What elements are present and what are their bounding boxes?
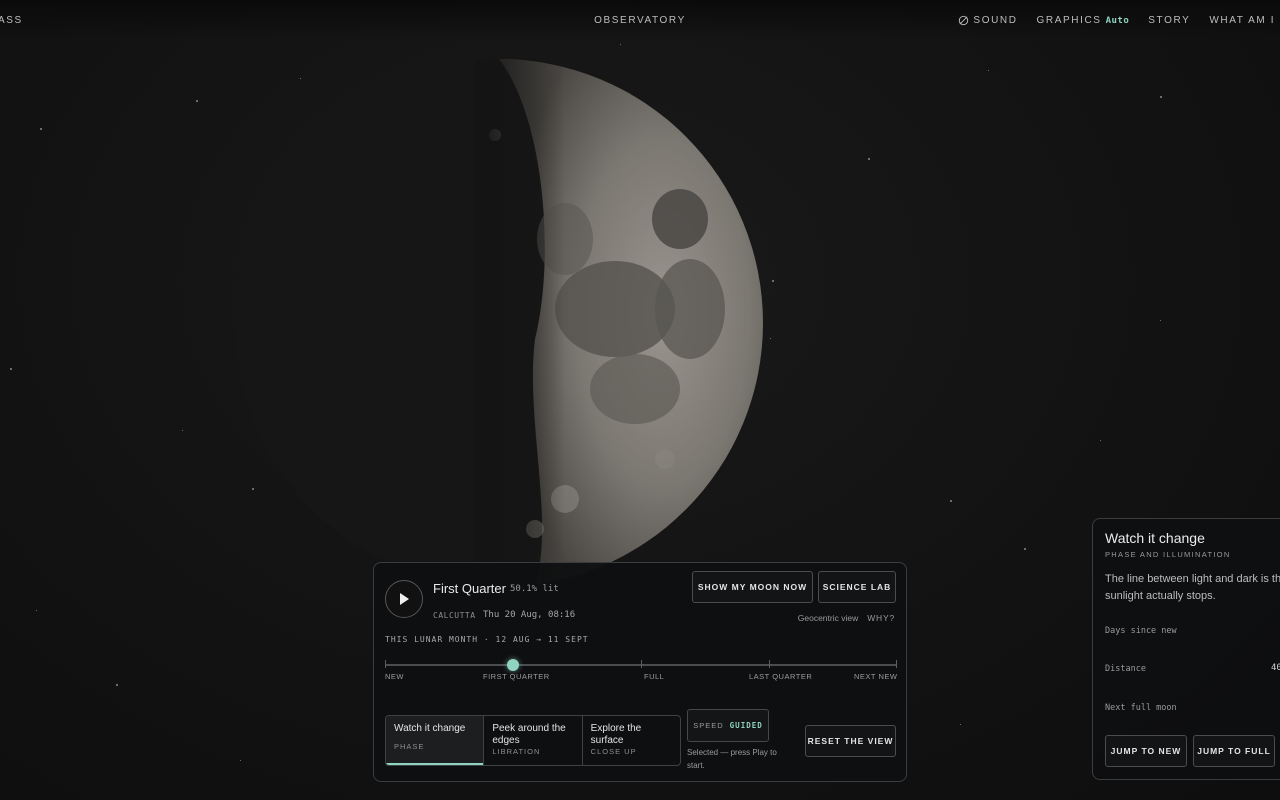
mode-subtitle: CLOSE UP <box>590 747 637 756</box>
timeline-tick <box>769 660 770 668</box>
moon-view[interactable] <box>235 59 763 587</box>
show-my-moon-now-button[interactable]: SHOW MY MOON NOW <box>692 571 813 603</box>
timeline-label-last-quarter: LAST QUARTER <box>749 672 813 681</box>
sound-label: SOUND <box>973 15 1018 26</box>
science-lab-button[interactable]: SCIENCE LAB <box>818 571 896 603</box>
days-since-new-label: Days since new <box>1105 626 1177 636</box>
top-nav: SOUND GRAPHICS Auto STORY WHAT AM I LO <box>958 15 1280 26</box>
play-icon <box>400 593 409 605</box>
card-title: Watch it change <box>1105 530 1205 546</box>
mode-explore-the-surface[interactable]: Explore the surface CLOSE UP <box>583 716 680 765</box>
mode-selector: Watch it change PHASE Peek around the ed… <box>385 715 681 766</box>
jump-to-full-button[interactable]: JUMP TO FULL <box>1193 735 1275 767</box>
phase-panel: First Quarter 50.1% lit CALCUTTA Thu 20 … <box>373 562 907 782</box>
timeline-label-full: FULL <box>644 672 665 681</box>
graphics-value: Auto <box>1105 15 1130 26</box>
mode-peek-around-the-edges[interactable]: Peek around the edges LIBRATION <box>484 716 583 765</box>
timeline-label-next-new: NEXT NEW <box>854 672 898 681</box>
jump-to-new-button[interactable]: JUMP TO NEW <box>1105 735 1187 767</box>
moon-image <box>235 59 763 587</box>
mode-watch-it-change[interactable]: Watch it change PHASE <box>386 716 485 765</box>
timeline-tick <box>641 660 642 668</box>
graphics-setting[interactable]: GRAPHICS Auto <box>1037 15 1130 26</box>
mode-subtitle: PHASE <box>394 742 425 751</box>
phase-timeline[interactable]: NEW FIRST QUARTER FULL LAST QUARTER NEXT… <box>385 657 898 681</box>
distance-value: 40 <box>1271 663 1280 673</box>
mode-subtitle: LIBRATION <box>492 747 541 756</box>
view-mode-info: Geocentric view WHY? <box>798 613 895 623</box>
speed-toggle[interactable]: SPEED GUIDED <box>687 709 769 742</box>
speed-value: GUIDED <box>729 721 763 730</box>
card-subtitle: PHASE AND ILLUMINATION <box>1105 550 1231 559</box>
info-card: Watch it change PHASE AND ILLUMINATION T… <box>1092 518 1280 780</box>
what-am-i-looking-at-link[interactable]: WHAT AM I LO <box>1209 15 1280 26</box>
illumination-percent: 50.1% lit <box>510 584 559 594</box>
timeline-slider-handle[interactable] <box>507 659 519 671</box>
mode-title: Explore the surface <box>590 723 642 746</box>
top-bar: ASS OBSERVATORY SOUND GRAPHICS Auto STOR… <box>0 0 1280 40</box>
mode-title: Watch it change <box>394 723 466 734</box>
date-time: Thu 20 Aug, 08:16 <box>483 610 576 620</box>
mode-title: Peek around the edges <box>492 723 566 746</box>
sound-toggle[interactable]: SOUND <box>958 15 1017 26</box>
play-button[interactable] <box>385 580 423 618</box>
card-description: The line between light and dark is the s… <box>1105 573 1280 602</box>
distance-label: Distance <box>1105 664 1146 674</box>
reset-view-button[interactable]: RESET THE VIEW <box>805 725 896 757</box>
sound-muted-icon <box>959 15 969 26</box>
phase-name: First Quarter <box>433 581 506 596</box>
why-link[interactable]: WHY? <box>867 613 895 623</box>
selection-hint: Selected — press Play to start. <box>687 748 777 770</box>
story-link[interactable]: STORY <box>1148 15 1190 26</box>
timeline-label-first-quarter: FIRST QUARTER <box>483 672 550 681</box>
geocentric-view-label: Geocentric view <box>797 613 859 623</box>
graphics-label: GRAPHICS <box>1036 15 1102 26</box>
next-full-moon-label: Next full moon <box>1105 703 1177 713</box>
timeline-tick <box>385 660 386 668</box>
speed-label: SPEED <box>693 721 724 730</box>
timeline-label-new: NEW <box>385 672 404 681</box>
lunar-month-range: THIS LUNAR MONTH · 12 AUG → 11 SEPT <box>385 635 589 644</box>
timeline-tick <box>896 660 897 668</box>
location-label[interactable]: CALCUTTA <box>433 611 476 620</box>
